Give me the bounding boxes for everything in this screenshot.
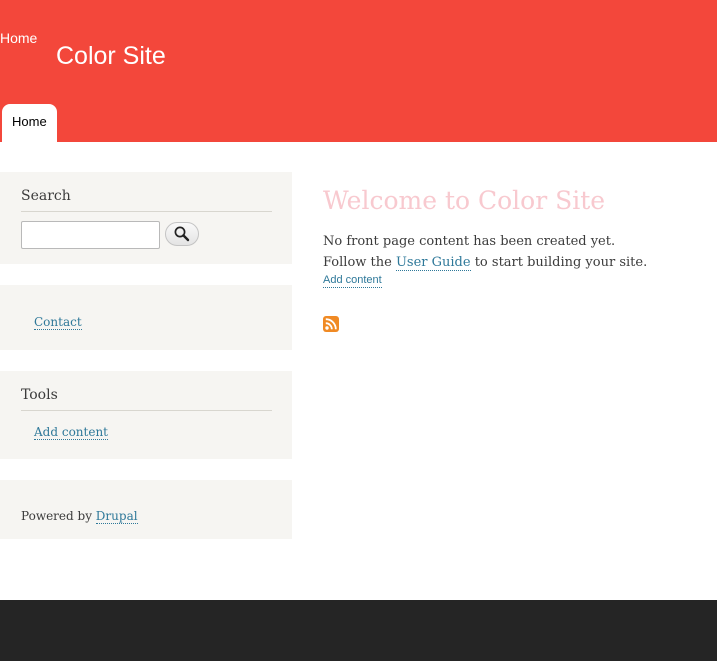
contact-link[interactable]: Contact: [34, 315, 82, 330]
page: Home Color Site Home Search Contact Tool…: [0, 0, 717, 661]
rss-icon-graphic: [323, 316, 339, 332]
home-logo-link[interactable]: Home: [0, 30, 37, 46]
main-menu: Home: [2, 104, 57, 142]
user-guide-link[interactable]: User Guide: [395, 255, 471, 271]
site-footer: [0, 600, 717, 661]
site-header: Home Color Site Home: [0, 0, 717, 142]
tools-add-content-link[interactable]: Add content: [34, 425, 108, 440]
powered-by-text: Powered by Drupal: [21, 509, 138, 524]
search-block-divider: [21, 211, 272, 212]
tools-block-title: Tools: [21, 387, 58, 403]
drupal-link[interactable]: Drupal: [95, 509, 138, 524]
tools-block-divider: [21, 410, 272, 411]
tools-block: Tools Add content: [0, 371, 292, 459]
no-content-message: No front page content has been created y…: [323, 234, 616, 249]
user-guide-prefix: Follow the: [323, 255, 396, 270]
add-content-link[interactable]: Add content: [323, 274, 382, 288]
rss-feed-icon[interactable]: [323, 316, 339, 332]
user-guide-message: Follow the User Guide to start building …: [323, 255, 647, 271]
powered-by-prefix: Powered by: [21, 509, 96, 523]
user-guide-suffix: to start building your site.: [470, 255, 648, 270]
search-button[interactable]: [165, 222, 199, 246]
site-name[interactable]: Color Site: [56, 42, 166, 71]
magnifier-icon: [174, 226, 190, 242]
search-block: Search: [0, 172, 292, 264]
page-title: Welcome to Color Site: [323, 186, 606, 215]
tab-home[interactable]: Home: [2, 104, 57, 142]
search-block-title: Search: [21, 188, 71, 204]
powered-by-block: Powered by Drupal: [0, 480, 292, 539]
search-input[interactable]: [21, 221, 160, 249]
contact-block: Contact: [0, 285, 292, 350]
